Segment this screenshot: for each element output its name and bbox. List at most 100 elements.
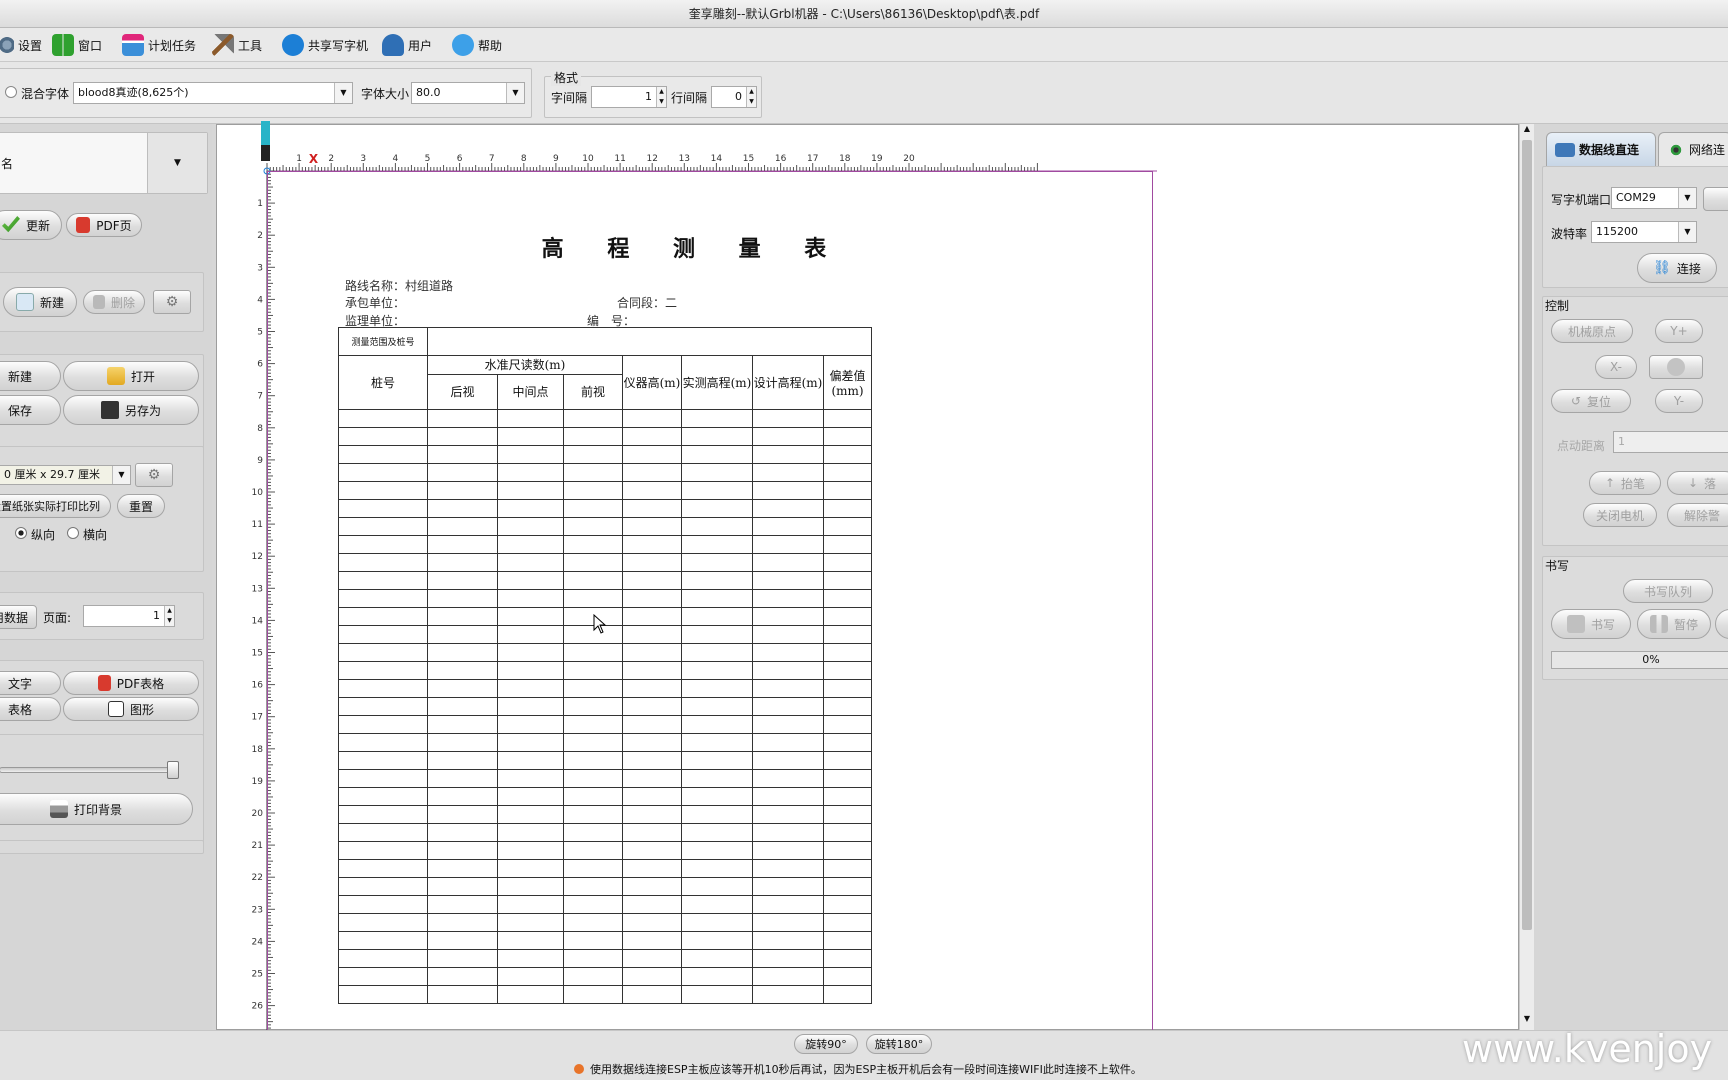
spinner-icon[interactable]: ▲ ▼ [164,606,174,626]
table-row [338,967,872,986]
ruler-tick-label: 18 [252,745,264,755]
new-file-button[interactable]: 新建 [0,361,61,391]
connect-button[interactable]: ⛓ 连接 [1637,253,1717,283]
data-button[interactable]: 用数据 [0,605,37,629]
spinner-icon[interactable]: ▲ ▼ [656,87,666,107]
undo-icon: ↺ [1570,394,1582,408]
table-cell [427,589,498,608]
pause-button[interactable]: 暂停 [1637,609,1711,639]
table-row [338,679,872,698]
stop-button[interactable] [1715,609,1728,639]
menu-tools[interactable]: 工具 [212,33,262,57]
save-button[interactable]: 保存 [0,395,61,425]
portrait-radio[interactable] [15,527,27,539]
scrollbar-thumb[interactable] [1522,140,1532,930]
col-stake: 桩号 [338,355,428,410]
survey-table: 测量范围及桩号 桩号 水准尺读数(m) 仪器高(m) 实测高程(m) 设计高程(… [338,327,872,1004]
menu-window[interactable]: 窗口 [52,33,102,57]
table-cell [622,499,682,518]
x-minus-button[interactable]: X- [1595,355,1637,379]
tab-network[interactable]: 网络连 [1658,132,1728,166]
table-cell [427,499,498,518]
open-button[interactable]: 打开 [63,361,199,391]
page-input[interactable]: 1 ▲ ▼ [83,605,175,627]
reset-ratio-button[interactable]: 重置 [117,494,165,518]
scroll-down-icon[interactable]: ▼ [1520,1014,1534,1028]
chevron-down-icon[interactable]: ▼ [147,133,207,193]
char-spacing-input[interactable]: 1 ▲ ▼ [591,86,667,108]
refresh-port-button[interactable] [1703,187,1728,211]
y-minus-button[interactable]: Y- [1655,389,1703,413]
write-queue-button[interactable]: 书写队列 [1623,579,1713,603]
home-button[interactable]: 机械原点 [1551,319,1633,343]
ruler-tick-label: 24 [252,937,264,947]
write-button[interactable]: 书写 [1551,609,1631,639]
paper-size-select[interactable]: 0 厘米 x 29.7 厘米 ▼ [0,465,131,485]
table-cell [622,859,682,878]
table-cell [681,409,753,428]
landscape-label: 横向 [83,528,108,542]
table-cell [427,877,498,896]
font-size-select[interactable]: 80.0 ▼ [411,82,525,104]
tab-usb[interactable]: 数据线直连 [1546,132,1656,166]
table-cell [338,895,428,914]
jog-distance-input[interactable]: 1 [1613,431,1728,453]
table-cell [427,481,498,500]
menu-user[interactable]: 用户 [382,33,432,57]
mixed-font-radio[interactable] [5,86,17,98]
image-button[interactable]: 图形 [63,697,199,721]
contractor-label: 承包单位： [345,296,406,310]
pen-icon [261,121,270,161]
font-select[interactable]: blood8真迹(8,625个) ▼ [73,82,353,104]
new-document-icon [15,293,34,311]
paper-settings-button[interactable]: ⚙ [135,463,173,487]
opacity-slider-track[interactable] [0,767,175,773]
set-print-ratio-button[interactable]: 设置纸张实际打印比列 [0,494,111,518]
col-level: 水准尺读数(m) [427,355,623,375]
line-spacing-input[interactable]: 0 ▲ ▼ [711,86,757,108]
menu-tasks[interactable]: 计划任务 [122,33,196,57]
layer-settings-button[interactable]: ⚙ [153,290,191,314]
menu-settings[interactable]: 设置 [0,33,42,57]
table-cell [681,589,753,608]
table-cell [681,859,753,878]
layer-select[interactable]: 名 ▼ [0,132,208,194]
table-cell [497,499,564,518]
table-row [338,931,872,950]
pdf-table-button[interactable]: PDF表格 [63,671,199,695]
spinner-icon[interactable]: ▲ ▼ [746,87,756,107]
opacity-slider-handle[interactable] [167,761,179,779]
reset-button[interactable]: ↺ 复位 [1551,389,1631,413]
char-spacing-label: 字间隔 [551,91,588,105]
vertical-scrollbar[interactable]: ▲ ▼ [1519,124,1534,1030]
pen-up-button[interactable]: ↑ 抬笔 [1589,471,1661,495]
menu-help[interactable]: 帮助 [452,33,502,57]
table-row [338,823,872,842]
new-layer-button[interactable]: 新建 [3,287,77,317]
baud-select[interactable]: 115200 ▼ [1591,221,1697,243]
y-plus-button[interactable]: Y+ [1655,319,1703,343]
circle-icon [1667,358,1685,376]
rotate-180-button[interactable]: 旋转180° [866,1034,932,1054]
delete-layer-button[interactable]: 删除 [83,290,145,314]
chevron-down-icon: ▼ [112,466,130,484]
pdf-page-button[interactable]: PDF页 [66,213,142,237]
motor-off-button[interactable]: 关闭电机 [1583,503,1657,527]
menu-share[interactable]: 共享写字机 [282,33,368,57]
center-button[interactable] [1649,355,1703,379]
table-cell [427,643,498,662]
update-button[interactable]: 更新 [0,210,62,240]
table-cell [563,877,623,896]
scroll-up-icon[interactable]: ▲ [1520,124,1534,138]
landscape-radio[interactable] [67,527,79,539]
unlock-alarm-button[interactable]: 解除警 [1667,503,1728,527]
print-background-button[interactable]: 打印背景 [0,793,193,825]
pen-down-button[interactable]: ↓ 落 [1667,471,1728,495]
table-cell [497,895,564,914]
save-as-button[interactable]: 另存为 [63,395,199,425]
rotate-90-button[interactable]: 旋转90° [794,1034,858,1054]
table-button[interactable]: 表格 [0,697,61,721]
port-select[interactable]: COM29 ▼ [1611,187,1697,209]
text-button[interactable]: 文字 [0,671,61,695]
table-cell [338,859,428,878]
